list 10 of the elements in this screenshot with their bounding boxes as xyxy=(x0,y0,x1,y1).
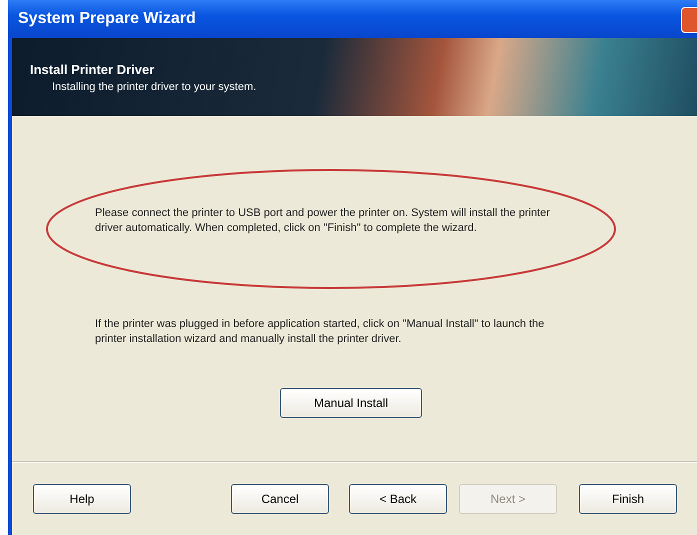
help-button[interactable]: Help xyxy=(33,484,131,514)
window-title: System Prepare Wizard xyxy=(18,10,196,28)
manual-install-button[interactable]: Manual Install xyxy=(280,388,422,418)
header-title: Install Printer Driver xyxy=(30,62,156,76)
instruction-text: Please connect the printer to USB port and power the printer on. System will install the printer driver automatically. When completed, click on "Finish" to complete the wizard. xyxy=(95,206,551,236)
finish-button[interactable]: Finish xyxy=(579,484,677,514)
manual-install-note: If the printer was plugged in before application started, click on "Manual Install" to launch the printer installation wizard and manually install the printer driver. xyxy=(95,317,546,347)
header-subtitle: Installing the printer driver to your system. xyxy=(51,80,258,92)
cancel-button[interactable]: Cancel xyxy=(231,484,329,514)
back-button[interactable]: < Back xyxy=(349,484,447,514)
